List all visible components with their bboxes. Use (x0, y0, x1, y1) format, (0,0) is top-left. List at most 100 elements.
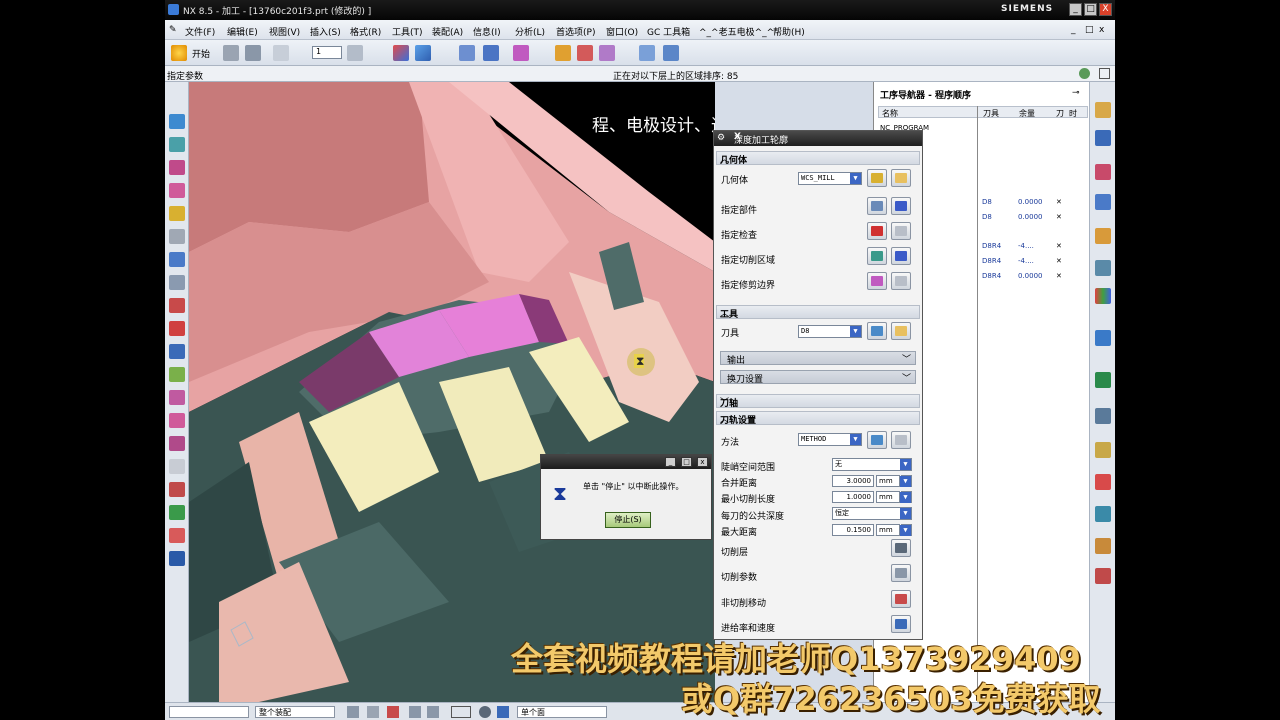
resource-icon-3[interactable] (1095, 164, 1111, 180)
resource-icon-6[interactable] (1095, 260, 1111, 276)
view-tool-icon-12[interactable] (169, 367, 185, 382)
view-tool-icon-1[interactable] (169, 114, 185, 129)
dialog-close-button[interactable]: X (734, 132, 919, 142)
doc-minimize-icon[interactable]: _ (1071, 25, 1076, 35)
geometry-select[interactable]: WCS_MILL ▼ (798, 172, 862, 185)
menu-info[interactable]: 信息(I) (473, 25, 501, 38)
menu-format[interactable]: 格式(R) (350, 25, 381, 38)
filter-icon-2[interactable] (367, 706, 379, 718)
view-tool-icon-8[interactable] (169, 275, 185, 290)
menu-edit[interactable]: 编辑(E) (227, 25, 258, 38)
resource-icon-7[interactable] (1095, 288, 1111, 304)
view-tool-icon-9[interactable] (169, 298, 185, 313)
select-cut-area-button[interactable] (867, 247, 887, 265)
filter-icon-5[interactable] (427, 706, 439, 718)
edit-tool-button[interactable] (891, 322, 911, 340)
display-cut-area-button[interactable] (891, 247, 911, 265)
method-select[interactable]: METHOD ▼ (798, 433, 862, 446)
view-tool-icon-18[interactable] (169, 505, 185, 520)
resource-icon-8[interactable] (1095, 330, 1111, 346)
scope-filter-select[interactable]: 整个装配 (255, 706, 335, 718)
menu-insert[interactable]: 插入(S) (310, 25, 341, 38)
filter-icon-1[interactable] (347, 706, 359, 718)
edit-method-button[interactable] (891, 431, 911, 449)
resource-icon-1[interactable] (1095, 102, 1111, 118)
undo-icon[interactable] (273, 45, 289, 61)
display-part-button[interactable] (891, 197, 911, 215)
view-tool-icon-13[interactable] (169, 390, 185, 405)
filter-icon-3[interactable] (387, 706, 399, 718)
resource-icon-15[interactable] (1095, 568, 1111, 584)
menu-window[interactable]: 窗口(O) (606, 25, 638, 38)
doc-restore-icon[interactable]: □ (1085, 25, 1094, 35)
resource-icon-12[interactable] (1095, 474, 1111, 490)
steep-range-select[interactable]: 无 ▼ (832, 458, 912, 471)
view-tool-icon-3[interactable] (169, 160, 185, 175)
max-distance-input[interactable]: 0.1500 (832, 524, 874, 536)
menu-help[interactable]: 帮助(H) (773, 25, 805, 38)
postprocess-icon[interactable] (599, 45, 615, 61)
layer-select[interactable]: 1 (312, 46, 342, 59)
view-tool-icon-15[interactable] (169, 436, 185, 451)
feeds-speeds-button[interactable] (891, 615, 911, 633)
zoom-icon[interactable] (663, 45, 679, 61)
stop-button[interactable]: 停止(S) (605, 512, 651, 528)
busy-minimize-button[interactable]: _ (665, 457, 676, 467)
create-program-icon[interactable] (393, 45, 409, 61)
select-part-button[interactable] (867, 197, 887, 215)
col-stock[interactable]: 余量 (1019, 108, 1035, 119)
shop-doc-icon[interactable] (639, 45, 655, 61)
resource-icon-2[interactable] (1095, 130, 1111, 146)
select-trim-button[interactable] (867, 272, 887, 290)
program-view-icon[interactable] (459, 45, 475, 61)
output-subsection[interactable]: 输出 ﹀ (720, 351, 916, 366)
col-tool[interactable]: 刀具 (983, 108, 999, 119)
display-trim-button[interactable] (891, 272, 911, 290)
filter-icon-6[interactable] (479, 706, 491, 718)
filter-icon-7[interactable] (497, 706, 509, 718)
max-distance-unit[interactable]: mm (876, 524, 900, 536)
merge-distance-input[interactable]: 3.0000 (832, 475, 874, 487)
start-icon[interactable] (171, 45, 187, 61)
menu-analysis[interactable]: 分析(L) (515, 25, 545, 38)
cut-params-button[interactable] (891, 564, 911, 582)
section-tool-header[interactable]: 工具 ︿ (716, 305, 920, 320)
view-tool-icon-5[interactable] (169, 206, 185, 221)
menu-preferences[interactable]: 首选项(P) (556, 25, 595, 38)
nc-icon[interactable] (169, 551, 185, 566)
new-tool-button[interactable] (867, 322, 887, 340)
graphics-viewport[interactable]: 程、电极设计、造型系统化学习) ⧗ (189, 82, 715, 702)
select-box-icon[interactable] (451, 706, 471, 718)
col-time[interactable]: 时 (1069, 108, 1077, 119)
view-tool-icon-19[interactable] (169, 528, 185, 543)
save-icon[interactable] (245, 45, 261, 61)
min-cut-length-input[interactable]: 1.0000 (832, 491, 874, 503)
menu-gc-toolkit[interactable]: GC 工具箱 (647, 25, 690, 38)
close-button[interactable]: X (1099, 3, 1112, 16)
clock-icon[interactable] (1095, 408, 1111, 424)
start-label[interactable]: 开始 (192, 47, 210, 60)
busy-close-button[interactable]: x (697, 457, 708, 467)
new-method-button[interactable] (867, 431, 887, 449)
select-check-button[interactable] (867, 222, 887, 240)
edit-geometry-button[interactable] (891, 169, 911, 187)
section-axis-header[interactable]: 刀轴 ﹀ (716, 394, 920, 409)
menu-electrode[interactable]: ^_^老五电极^_^ (699, 25, 774, 38)
col-path[interactable]: 刀 (1056, 108, 1064, 119)
minimize-button[interactable]: _ (1069, 3, 1082, 16)
info-icon[interactable] (169, 344, 185, 359)
resource-icon-14[interactable] (1095, 538, 1111, 554)
cut-levels-button[interactable] (891, 539, 911, 557)
tool-select[interactable]: D8 ▼ (798, 325, 862, 338)
resource-icon-11[interactable] (1095, 442, 1111, 458)
resource-icon-9[interactable] (1095, 372, 1111, 388)
tool-change-subsection[interactable]: 换刀设置 ﹀ (720, 370, 916, 385)
machine-tool-view-icon[interactable] (483, 45, 499, 61)
doc-close-icon[interactable]: x (1099, 25, 1104, 35)
view-tool-icon-7[interactable] (169, 252, 185, 267)
type-filter-select[interactable] (169, 706, 249, 718)
menu-file[interactable]: 文件(F) (185, 25, 215, 38)
menu-view[interactable]: 视图(V) (269, 25, 300, 38)
col-name[interactable]: 名称 (882, 108, 898, 119)
merge-unit-dropdown[interactable]: ▼ (900, 475, 912, 487)
